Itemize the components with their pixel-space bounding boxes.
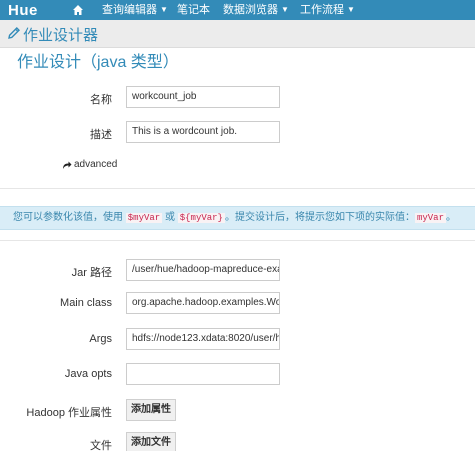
nav-workflows[interactable]: 工作流程 ▼ [300,0,355,20]
advanced-toggle[interactable]: advanced [62,159,117,170]
section-divider [0,240,475,241]
info-text-2: 或 [162,212,178,223]
top-nav-bar: Hue 查询编辑器 ▼ 笔记本 数据浏览器 ▼ 工作流程 ▼ [0,0,475,20]
main-class-field[interactable]: org.apache.hadoop.examples.Word [126,292,280,314]
nav-data-browsers[interactable]: 数据浏览器 ▼ [223,0,289,20]
name-field[interactable]: workcount_job [126,86,280,108]
nav-data-browsers-label: 数据浏览器 [223,4,278,16]
java-opts-field[interactable] [126,363,280,385]
args-field[interactable]: hdfs://node123.xdata:8020/user/hu [126,328,280,350]
design-subtitle: 作业设计（java 类型） [17,54,179,71]
nav-query-editors[interactable]: 查询编辑器 ▼ [102,0,168,20]
nav-query-editors-label: 查询编辑器 [102,4,157,16]
info-text-4: 。 [445,212,456,223]
hue-logo[interactable]: Hue [8,1,38,19]
hadoop-properties-label: Hadoop 作业属性 [26,407,112,419]
description-field[interactable]: This is a wordcount job. [126,121,280,143]
main-class-label: Main class [60,297,112,309]
add-file-button[interactable]: 添加文件 [126,432,176,451]
pencil-icon [8,27,20,39]
description-label: 描述 [90,129,112,141]
home-icon[interactable] [72,4,84,16]
nav-workflows-label: 工作流程 [300,4,344,16]
info-text-3: 。提交设计后，将提示您如下项的实际值： [224,212,415,223]
parameter-info-banner: 您可以参数化该值，使用 $myVar 或 ${myVar} 。提交设计后，将提示您… [0,206,475,230]
jar-path-field[interactable]: /user/hue/hadoop-mapreduce-exan [126,259,280,281]
chevron-down-icon: ▼ [160,5,168,15]
java-opts-label: Java opts [64,368,112,380]
share-arrow-icon [63,161,72,169]
info-code-myvar: $myVar [125,213,163,223]
info-code-var-name: myVar [414,213,446,223]
add-property-button[interactable]: 添加属性 [126,399,176,421]
advanced-label: advanced [74,159,118,170]
nav-notebook[interactable]: 笔记本 [177,0,210,20]
info-code-braced-myvar: ${myVar} [177,213,225,223]
jar-path-label: Jar 路径 [71,267,112,279]
nav-notebook-label: 笔记本 [177,4,210,16]
files-label: 文件 [90,440,112,451]
section-divider [0,188,475,189]
info-text-1: 您可以参数化该值，使用 [13,212,126,223]
name-label: 名称 [90,94,112,106]
chevron-down-icon: ▼ [347,5,355,15]
chevron-down-icon: ▼ [281,5,289,15]
args-label: Args [89,333,112,345]
hue-logo-text: Hue [8,1,38,19]
page-header: 作业设计器 [0,20,475,48]
page-title: 作业设计器 [23,27,99,44]
